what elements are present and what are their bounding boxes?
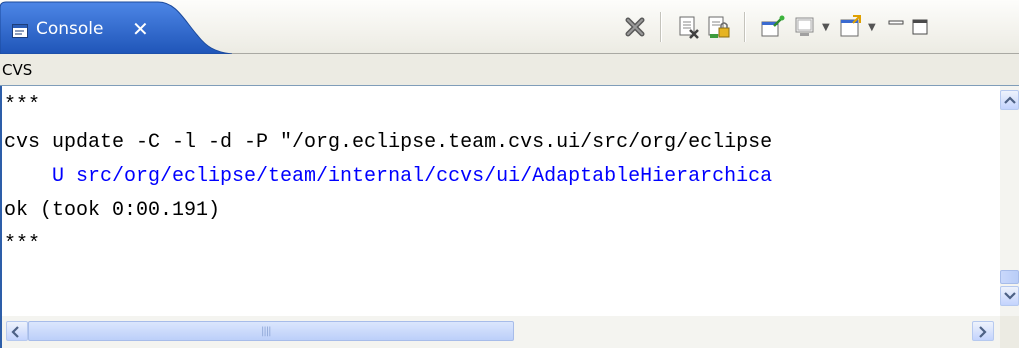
open-console-icon[interactable] bbox=[838, 14, 864, 40]
chevron-down-icon[interactable]: ▼ bbox=[868, 22, 876, 33]
console-name-label: CVS bbox=[2, 61, 33, 79]
console-line: ok (took 0:00.191) bbox=[4, 199, 221, 222]
close-icon[interactable]: ✕ bbox=[132, 17, 149, 41]
console-line: cvs update -C -l -d -P "/org.eclipse.tea… bbox=[4, 131, 773, 154]
console-line: *** bbox=[4, 233, 41, 256]
console-line: U src/org/eclipse/team/internal/ccvs/ui/… bbox=[4, 165, 773, 188]
remove-launch-icon[interactable] bbox=[622, 14, 648, 40]
horizontal-scroll-thumb[interactable]: |||| bbox=[28, 321, 514, 341]
chevron-down-icon[interactable]: ▼ bbox=[822, 22, 830, 33]
console-text-area[interactable]: *** cvs update -C -l -d -P "/org.eclipse… bbox=[0, 86, 1000, 316]
tab-console[interactable]: Console ✕ bbox=[0, 0, 232, 54]
chevron-right-icon bbox=[979, 326, 987, 338]
toolbar-separator bbox=[744, 12, 746, 42]
scroll-grip-icon: |||| bbox=[261, 326, 272, 337]
pin-console-icon[interactable] bbox=[760, 14, 786, 40]
chevron-left-icon bbox=[11, 326, 19, 338]
scroll-right-button[interactable] bbox=[972, 321, 994, 341]
vertical-scroll-thumb[interactable] bbox=[1000, 270, 1019, 284]
display-selected-console-icon[interactable] bbox=[792, 14, 818, 40]
console-line: *** bbox=[4, 94, 41, 117]
minimize-icon[interactable] bbox=[886, 14, 906, 40]
tab-background bbox=[0, 1, 232, 54]
chevron-down-icon bbox=[1004, 292, 1016, 300]
scroll-left-button[interactable] bbox=[6, 321, 28, 341]
console-view: Console ✕ ▼ ▼ CVS *** cvs update -C -l -… bbox=[0, 0, 1019, 348]
console-description-bar: CVS bbox=[0, 54, 1019, 86]
toolbar-separator bbox=[660, 12, 662, 42]
tab-label: Console bbox=[36, 19, 104, 39]
console-icon bbox=[12, 23, 28, 38]
view-toolbar-bar: Console ✕ ▼ ▼ bbox=[0, 0, 1019, 54]
scrollbar-corner bbox=[1000, 316, 1019, 348]
vertical-scrollbar[interactable] bbox=[1000, 86, 1019, 316]
scroll-up-button[interactable] bbox=[1000, 90, 1019, 110]
horizontal-scrollbar[interactable]: |||| bbox=[0, 316, 1000, 348]
scroll-down-button[interactable] bbox=[1000, 286, 1019, 306]
scroll-lock-icon[interactable] bbox=[706, 14, 732, 40]
maximize-icon[interactable] bbox=[910, 14, 930, 40]
chevron-up-icon bbox=[1004, 96, 1016, 104]
clear-console-icon[interactable] bbox=[676, 14, 702, 40]
